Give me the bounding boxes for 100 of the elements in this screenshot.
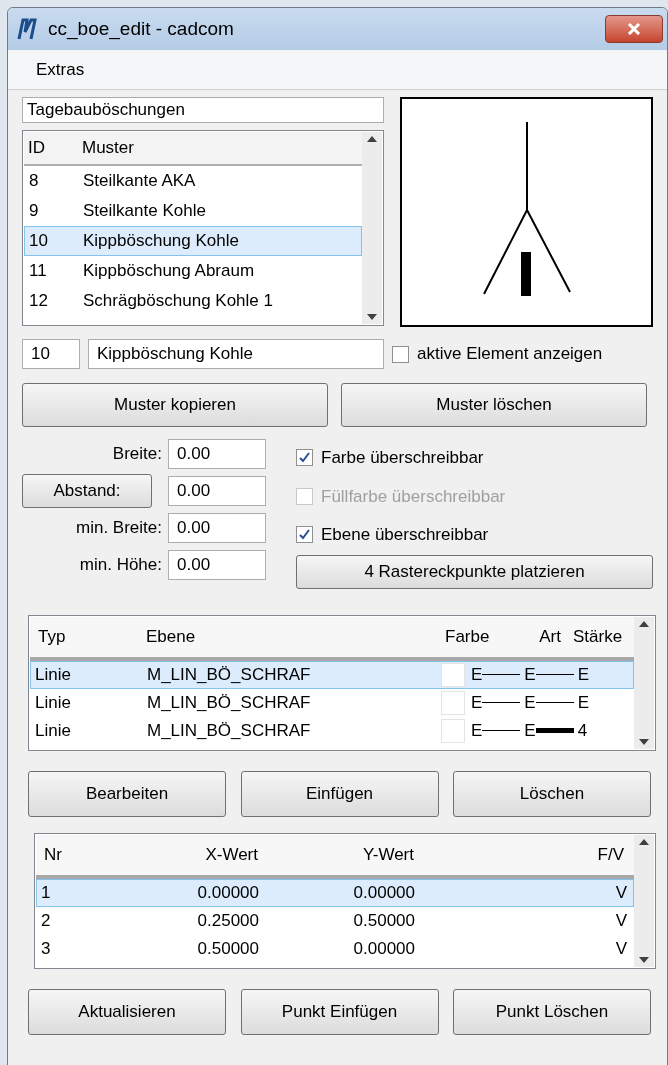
field-label: Breite: <box>112 443 162 466</box>
line-sample-icon <box>535 674 574 675</box>
column-header[interactable]: Farbe <box>441 623 509 650</box>
table-cell-text: E <box>524 691 536 714</box>
color-swatch-icon <box>441 690 465 715</box>
table-row[interactable]: Linie M_LIN_BÖ_SCHRAF E E E <box>30 660 634 689</box>
table-cell-text: E <box>577 691 590 714</box>
table-cell-text: 3 <box>40 937 52 960</box>
line-sample-icon <box>482 730 521 731</box>
column-header[interactable]: Stärke <box>569 623 633 650</box>
column-header[interactable]: Ebene <box>138 623 441 650</box>
table-cell-text: Linie <box>34 719 72 742</box>
app-logo-icon <box>16 17 40 41</box>
scrollbar[interactable] <box>634 834 654 967</box>
scrollbar[interactable] <box>362 132 382 324</box>
column-header[interactable]: Typ <box>30 623 138 650</box>
id-text: 9 <box>28 200 40 223</box>
list-row[interactable]: 8 Steilkante AKA <box>24 166 362 196</box>
table-cell-text: Linie <box>34 663 72 686</box>
table-row[interactable]: Linie M_LIN_BÖ_SCHRAF E E 4 <box>30 716 634 745</box>
table-cell-text: M_LIN_BÖ_SCHRAF <box>146 691 312 714</box>
id-field[interactable]: 10 <box>22 339 80 369</box>
dialog-button[interactable]: Muster löschen <box>341 383 647 427</box>
table-cell-text: 2 <box>40 909 52 932</box>
checkbox[interactable] <box>296 449 313 467</box>
field-label: min. Höhe: <box>79 554 162 577</box>
color-swatch-icon <box>441 662 465 687</box>
table-cell-text: M_LIN_BÖ_SCHRAF <box>146 719 312 742</box>
table-row[interactable]: 2 0.25000 0.50000 V <box>36 906 634 935</box>
dialog-button[interactable]: Punkt Einfügen <box>240 988 439 1035</box>
table-cell-text: 0.00000 <box>196 881 260 904</box>
column-header[interactable]: Y-Wert <box>266 841 422 868</box>
dialog-button[interactable]: Löschen <box>453 770 651 817</box>
dialog-button[interactable]: Muster kopieren <box>22 383 328 427</box>
value-field[interactable]: 0.00 <box>168 476 266 506</box>
dialog-button[interactable]: Punkt Löschen <box>453 988 651 1035</box>
field-label: min. Breite: <box>76 517 162 540</box>
dialog-button[interactable]: Bearbeiten <box>28 770 226 817</box>
table-cell-text: 4 <box>577 719 588 742</box>
window-title: cc_boe_edit - cadcom <box>48 16 235 42</box>
table-cell-text: 0.25000 <box>196 909 260 932</box>
dialog-button[interactable]: Aktualisieren <box>28 988 226 1035</box>
menu-item[interactable]: Extras <box>36 56 85 83</box>
column-header[interactable]: X-Wert <box>110 841 266 868</box>
id-text: 10 <box>28 230 49 253</box>
table-cell-text: V <box>614 937 628 960</box>
value-field[interactable]: 0.00 <box>168 550 266 580</box>
table-cell-text: E <box>524 719 536 742</box>
pattern-name: Steilkante Kohle <box>83 200 206 223</box>
dialog-button[interactable]: Abstand: <box>22 474 152 508</box>
column-header[interactable]: Art <box>509 623 569 650</box>
table-cell-text: E <box>471 663 483 686</box>
checkbox-label: Ebene überschreibbar <box>321 524 489 546</box>
pattern-name: Kippböschung Abraum <box>83 260 255 283</box>
value-field[interactable]: 0.00 <box>168 439 266 469</box>
table-row[interactable]: 1 0.00000 0.00000 V <box>36 878 634 907</box>
close-button[interactable] <box>605 15 663 43</box>
column-header[interactable]: Muster <box>78 135 134 161</box>
table-cell-text: 0.00000 <box>352 937 416 960</box>
table-cell-text: M_LIN_BÖ_SCHRAF <box>146 663 312 686</box>
list-row[interactable]: 11 Kippböschung Abraum <box>24 256 362 286</box>
checkbox[interactable] <box>296 526 313 544</box>
scroll-down-icon[interactable] <box>367 314 377 320</box>
checkbox-label: Füllfarbe überschreibbar <box>321 485 506 508</box>
table-cell-text: E <box>471 719 483 742</box>
column-header[interactable]: F/V <box>422 841 632 868</box>
close-icon <box>627 23 641 35</box>
scroll-up-icon[interactable] <box>639 620 649 627</box>
pattern-name: Kippböschung Kohle <box>83 230 239 253</box>
checkmark-icon <box>299 452 310 464</box>
table-row[interactable]: Linie M_LIN_BÖ_SCHRAF E E E <box>30 688 634 717</box>
scroll-up-icon[interactable] <box>639 838 649 845</box>
group-field[interactable]: Tagebauböschungen <box>22 97 384 123</box>
pattern-name: Steilkante AKA <box>83 170 196 193</box>
dialog-button[interactable]: Einfügen <box>240 770 439 817</box>
checkbox-label: Farbe überschreibbar <box>321 447 484 469</box>
id-text: 12 <box>28 290 49 313</box>
column-header[interactable]: ID <box>24 135 78 161</box>
table-cell-text: V <box>614 909 628 932</box>
line-sample-icon <box>482 702 521 703</box>
dialog-button[interactable]: 4 Rastereckpunkte platzieren <box>296 554 653 589</box>
table-cell-text: E <box>524 663 536 686</box>
list-row[interactable]: 9 Steilkante Kohle <box>24 196 362 226</box>
list-row[interactable]: 10 Kippböschung Kohle <box>24 226 362 256</box>
table-row[interactable]: 3 0.50000 0.00000 V <box>36 934 634 963</box>
table-cell-text: 1 <box>40 881 52 904</box>
name-field[interactable]: Kippböschung Kohle <box>88 339 384 369</box>
value-field[interactable]: 0.00 <box>168 513 266 543</box>
scroll-down-icon[interactable] <box>639 956 649 963</box>
pattern-name: Schrägböschung Kohle 1 <box>83 290 273 313</box>
scroll-up-icon[interactable] <box>367 136 377 142</box>
table-cell-text: 0.50000 <box>352 909 416 932</box>
color-swatch-icon <box>441 718 465 743</box>
line-sample-icon <box>535 728 574 733</box>
table-cell-text: E <box>471 691 483 714</box>
checkbox[interactable] <box>392 345 409 363</box>
scroll-down-icon[interactable] <box>639 738 649 745</box>
list-row[interactable]: 12 Schrägböschung Kohle 1 <box>24 286 362 316</box>
scrollbar[interactable] <box>634 616 654 749</box>
column-header[interactable]: Nr <box>36 841 110 868</box>
